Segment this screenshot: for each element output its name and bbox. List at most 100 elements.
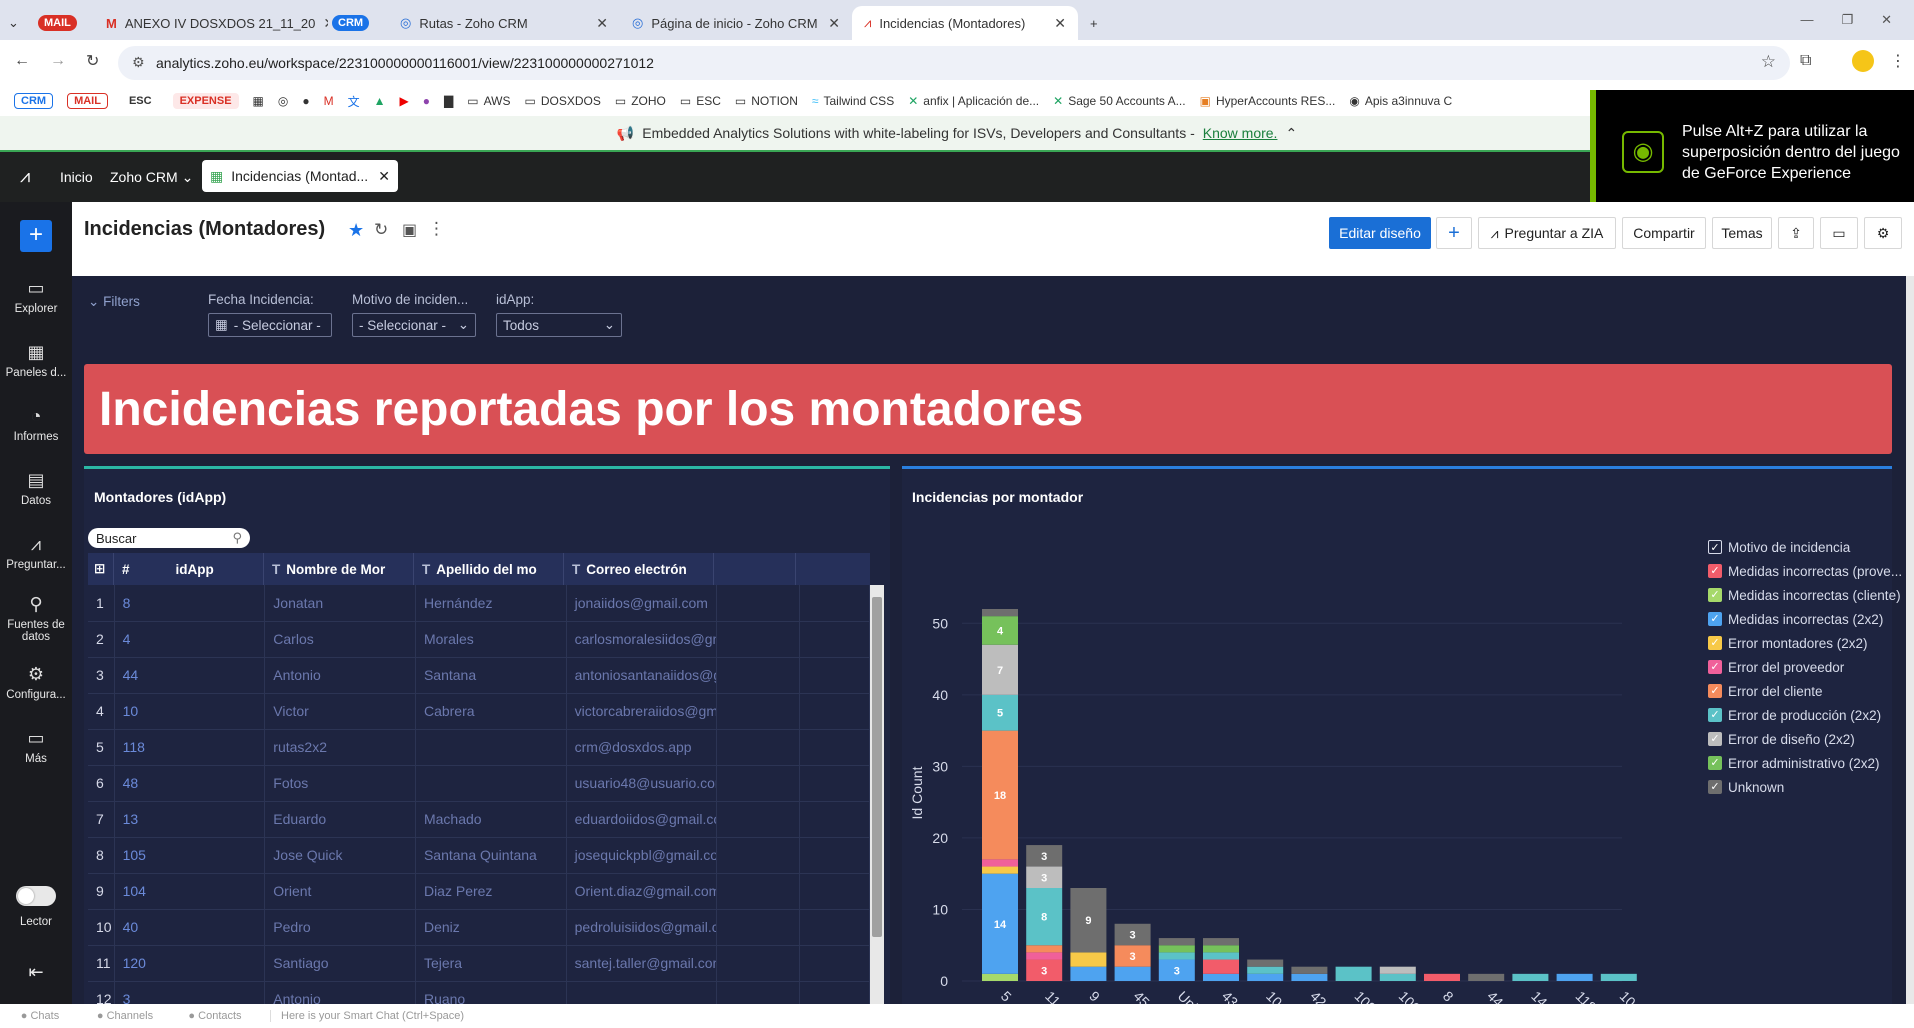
legend-item[interactable]: ✓ Unknown — [1708, 775, 1908, 799]
more-options-icon[interactable]: ⋮ — [428, 219, 445, 239]
bookmark-esc[interactable]: ESC — [122, 93, 159, 109]
themes-button[interactable]: Temas — [1712, 217, 1772, 249]
github-icon[interactable]: ● — [302, 94, 309, 108]
filter-motivo-select[interactable]: - Seleccionar - ⌄ — [352, 313, 476, 337]
bar-segment[interactable] — [982, 859, 1018, 867]
bar-segment[interactable] — [1070, 952, 1107, 967]
restore-icon[interactable]: ❐ — [1841, 12, 1853, 28]
bookmark-star-icon[interactable]: ☆ — [1761, 52, 1776, 72]
bar-segment[interactable] — [982, 866, 1018, 874]
bar-segment[interactable] — [1291, 973, 1328, 981]
minimize-icon[interactable]: — — [1800, 12, 1813, 28]
legend-item[interactable]: ✓ Error de diseño (2x2) — [1708, 727, 1908, 751]
nav-home[interactable]: Inicio — [60, 169, 93, 185]
legend-item[interactable]: ✓ Error del cliente — [1708, 679, 1908, 703]
bar-segment[interactable] — [1247, 973, 1284, 981]
table-row[interactable]: 1 8 Jonatan Hernández jonaiidos@gmail.com — [88, 585, 871, 622]
table-row[interactable]: 2 4 Carlos Morales carlosmoralesiidos@gm — [88, 621, 871, 658]
legend-item[interactable]: ✓ Error montadores (2x2) — [1708, 631, 1908, 655]
analytics-logo-icon[interactable]: ⩘ — [20, 166, 30, 187]
bar-segment[interactable] — [1203, 973, 1239, 981]
settings-icon[interactable]: ⚙ — [1864, 217, 1902, 249]
close-icon[interactable]: ✕ — [378, 168, 390, 185]
column-header-id[interactable]: # idApp — [114, 553, 264, 585]
bookmark-mail[interactable]: MAIL — [67, 93, 108, 109]
tab-crm[interactable]: CRM — [328, 6, 388, 40]
filter-idapp-select[interactable]: Todos ⌄ — [496, 313, 622, 337]
table-menu-icon[interactable]: ⊞ — [88, 553, 114, 585]
add-widget-button[interactable]: + — [1436, 217, 1472, 249]
bookmark-dosxdos[interactable]: ▭ DOSXDOS — [524, 94, 600, 108]
table-search-input[interactable]: Buscar ⚲ — [88, 528, 250, 548]
bar-segment[interactable] — [1291, 966, 1328, 974]
bookmark-crm[interactable]: CRM — [14, 93, 54, 109]
bar-segment[interactable] — [1203, 938, 1239, 946]
tab-anexo[interactable]: MANEXO IV DOSXDOS 21_11_20✕ — [94, 6, 328, 40]
column-header-apellido[interactable]: T Apellido del mo — [414, 553, 564, 585]
extensions-icon[interactable]: ⧉ — [1800, 52, 1811, 70]
chevron-up-icon[interactable]: ⌃ — [1285, 125, 1297, 142]
bookmark-hyper[interactable]: ▣ HyperAccounts RES... — [1200, 94, 1336, 108]
legend-item[interactable]: ✓ Medidas incorrectas (cliente) — [1708, 583, 1908, 607]
bookmark-a3[interactable]: ◉ Apis a3innuva C — [1349, 94, 1452, 108]
close-icon[interactable]: ✕ — [1054, 15, 1066, 32]
bookmark-expense[interactable]: EXPENSE — [172, 93, 239, 109]
bar-segment[interactable] — [1247, 966, 1284, 974]
bar-segment[interactable] — [1335, 966, 1372, 981]
forward-icon[interactable]: → — [50, 52, 66, 70]
column-header-nombre[interactable]: T Nombre de Mor — [264, 553, 414, 585]
youtube-icon[interactable]: ▶ — [400, 94, 409, 108]
filter-date-select[interactable]: ▦ - Seleccionar - — [208, 313, 332, 337]
bar-segment[interactable] — [1203, 945, 1239, 953]
banner-link[interactable]: Know more. — [1203, 125, 1278, 141]
drive-icon[interactable]: ▲ — [374, 94, 386, 108]
collapse-sidebar-icon[interactable]: ⇤ — [0, 962, 72, 983]
tab-list-button[interactable]: ⌄ — [0, 6, 34, 40]
bar-segment[interactable] — [1026, 945, 1063, 953]
bar-segment[interactable] — [1203, 959, 1239, 974]
sidebar-item-ask[interactable]: ⩘ Preguntar... — [0, 534, 72, 571]
bar-segment[interactable] — [1556, 973, 1593, 981]
url-field[interactable]: ⚙ analytics.zoho.eu/workspace/2231000000… — [118, 46, 1790, 80]
legend-item[interactable]: ✓ Error administrativo (2x2) — [1708, 751, 1908, 775]
table-row[interactable]: 5 118 rutas2x2 crm@dosxdos.app — [88, 729, 871, 766]
table-row[interactable]: 4 10 Victor Cabrera victorcabreraiidos@gm — [88, 693, 871, 730]
sidebar-item-explorer[interactable]: ▭ Explorer — [0, 278, 72, 315]
legend-title[interactable]: ✓ Motivo de incidencia — [1708, 535, 1908, 559]
tab-incidencias[interactable]: ⩘ Incidencias (Montadores) ✕ — [852, 6, 1078, 40]
bar-segment[interactable] — [1203, 952, 1239, 960]
tab-rutas[interactable]: ◎ Rutas - Zoho CRM ✕ — [388, 6, 620, 40]
bookmark-purple-icon[interactable]: ● — [423, 94, 430, 108]
sidebar-item-reports[interactable]: ◔ Informes — [0, 406, 72, 443]
nav-zoho-crm[interactable]: Zoho CRM ⌄ — [110, 169, 193, 186]
bar-segment[interactable] — [1512, 973, 1549, 981]
tab-inicio[interactable]: ◎ Página de inicio - Zoho CRM ✕ — [620, 6, 852, 40]
gmail-icon[interactable]: M — [324, 94, 334, 108]
bookmark-anfix[interactable]: ✕ anfix | Aplicación de... — [908, 94, 1039, 108]
chats-tab[interactable]: ● Chats — [0, 1010, 80, 1022]
profile-avatar[interactable] — [1852, 50, 1874, 72]
bookmark-sage[interactable]: ✕ Sage 50 Accounts A... — [1053, 94, 1185, 108]
sidebar-item-more[interactable]: ▭ Más — [0, 728, 72, 765]
table-row[interactable]: 7 13 Eduardo Machado eduardoiidos@gmail.co — [88, 801, 871, 838]
bar-segment[interactable] — [1158, 938, 1195, 946]
legend-item[interactable]: ✓ Error del proveedor — [1708, 655, 1908, 679]
bar-segment[interactable] — [982, 973, 1018, 981]
table-row[interactable]: 11 120 Santiago Tejera santej.taller@gmail.c… — [88, 945, 871, 982]
apps-grid-icon[interactable]: ▦ — [253, 94, 264, 108]
smart-chat-input[interactable]: Here is your Smart Chat (Ctrl+Space) — [270, 1010, 464, 1022]
bar-segment[interactable] — [1600, 973, 1637, 981]
table-row[interactable]: 10 40 Pedro Deniz pedroluisiidos@gmail.c — [88, 909, 871, 946]
bookmark-dark-icon[interactable]: ▇ — [444, 94, 453, 108]
close-icon[interactable]: ✕ — [828, 15, 840, 32]
bar-segment[interactable] — [1379, 966, 1416, 974]
sidebar-item-data[interactable]: ▤ Datos — [0, 470, 72, 507]
refresh-icon[interactable]: ↻ — [374, 220, 388, 240]
back-icon[interactable]: ← — [14, 52, 30, 70]
share-button[interactable]: Compartir — [1622, 217, 1706, 249]
export-icon[interactable]: ⇪ — [1778, 217, 1814, 249]
close-window-icon[interactable]: ✕ — [1881, 12, 1892, 28]
legend-item[interactable]: ✓ Error de producción (2x2) — [1708, 703, 1908, 727]
bookmark-esc-folder[interactable]: ▭ ESC — [680, 94, 721, 108]
page-scrollbar[interactable] — [1906, 276, 1914, 1004]
